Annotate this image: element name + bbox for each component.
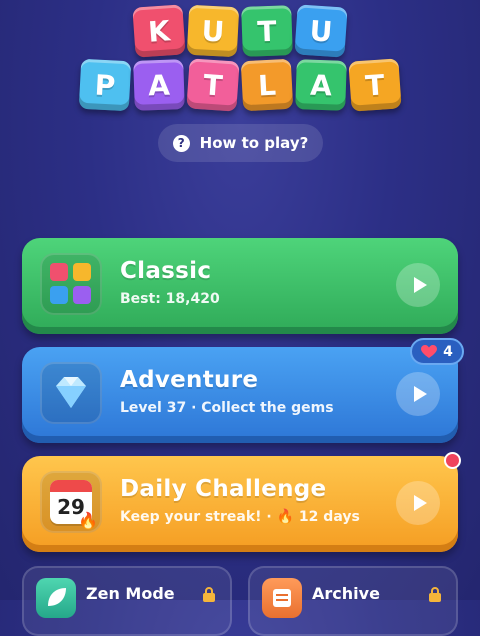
archive-icon <box>262 578 302 618</box>
logo-letter-tile: A <box>295 59 347 111</box>
lives-badge: 4 <box>410 338 464 365</box>
adventure-play-button[interactable] <box>396 372 440 416</box>
how-to-play-label: How to play? <box>199 134 309 152</box>
classic-play-button[interactable] <box>396 263 440 307</box>
logo-letter-tile: P <box>78 58 132 112</box>
play-icon <box>413 495 427 511</box>
game-logo: KUTUPATLAT <box>0 0 480 120</box>
blocks-icon <box>40 253 102 315</box>
zen-mode-label: Zen Mode <box>86 584 175 603</box>
play-icon <box>413 277 427 293</box>
classic-mode-card[interactable]: Classic Best: 18,420 <box>22 238 458 334</box>
logo-letter-tile: T <box>348 58 402 112</box>
logo-letter-tile: U <box>186 4 240 58</box>
archive-label: Archive <box>312 584 380 603</box>
logo-letter-tile: A <box>133 59 185 111</box>
heart-icon <box>421 344 438 358</box>
daily-play-button[interactable] <box>396 481 440 525</box>
fire-icon: 🔥 <box>78 511 98 530</box>
daily-challenge-title: Daily Challenge <box>120 476 327 502</box>
how-to-play-button[interactable]: ? How to play? <box>158 124 323 162</box>
calendar-icon: 29 🔥 <box>40 471 102 533</box>
logo-letter-tile: T <box>186 58 240 112</box>
adventure-level: Level 37 · Collect the gems <box>120 400 334 416</box>
logo-letter-tile: T <box>241 5 293 57</box>
zen-mode-card[interactable]: Zen Mode <box>22 566 232 636</box>
logo-letter-tile: K <box>132 4 186 58</box>
daily-streak: Keep your streak! · 🔥 12 days <box>120 509 360 525</box>
classic-best-score: Best: 18,420 <box>120 291 220 307</box>
adventure-title: Adventure <box>120 367 259 393</box>
play-icon <box>413 386 427 402</box>
classic-title: Classic <box>120 258 212 284</box>
logo-letter-tile: L <box>240 58 294 112</box>
logo-letter-tile: U <box>294 4 348 58</box>
streak-days: 12 days <box>294 509 360 525</box>
adventure-mode-card[interactable]: Adventure Level 37 · Collect the gems <box>22 347 458 443</box>
daily-challenge-card[interactable]: 29 🔥 Daily Challenge Keep your streak! ·… <box>22 456 458 552</box>
notification-dot <box>444 452 461 469</box>
diamond-icon <box>40 362 102 424</box>
question-icon: ? <box>172 134 190 152</box>
leaf-icon <box>36 578 76 618</box>
archive-card[interactable]: Archive <box>248 566 458 636</box>
lives-count: 4 <box>443 343 453 360</box>
fire-icon: 🔥 <box>276 509 295 525</box>
streak-label: Keep your streak! · <box>120 509 277 525</box>
